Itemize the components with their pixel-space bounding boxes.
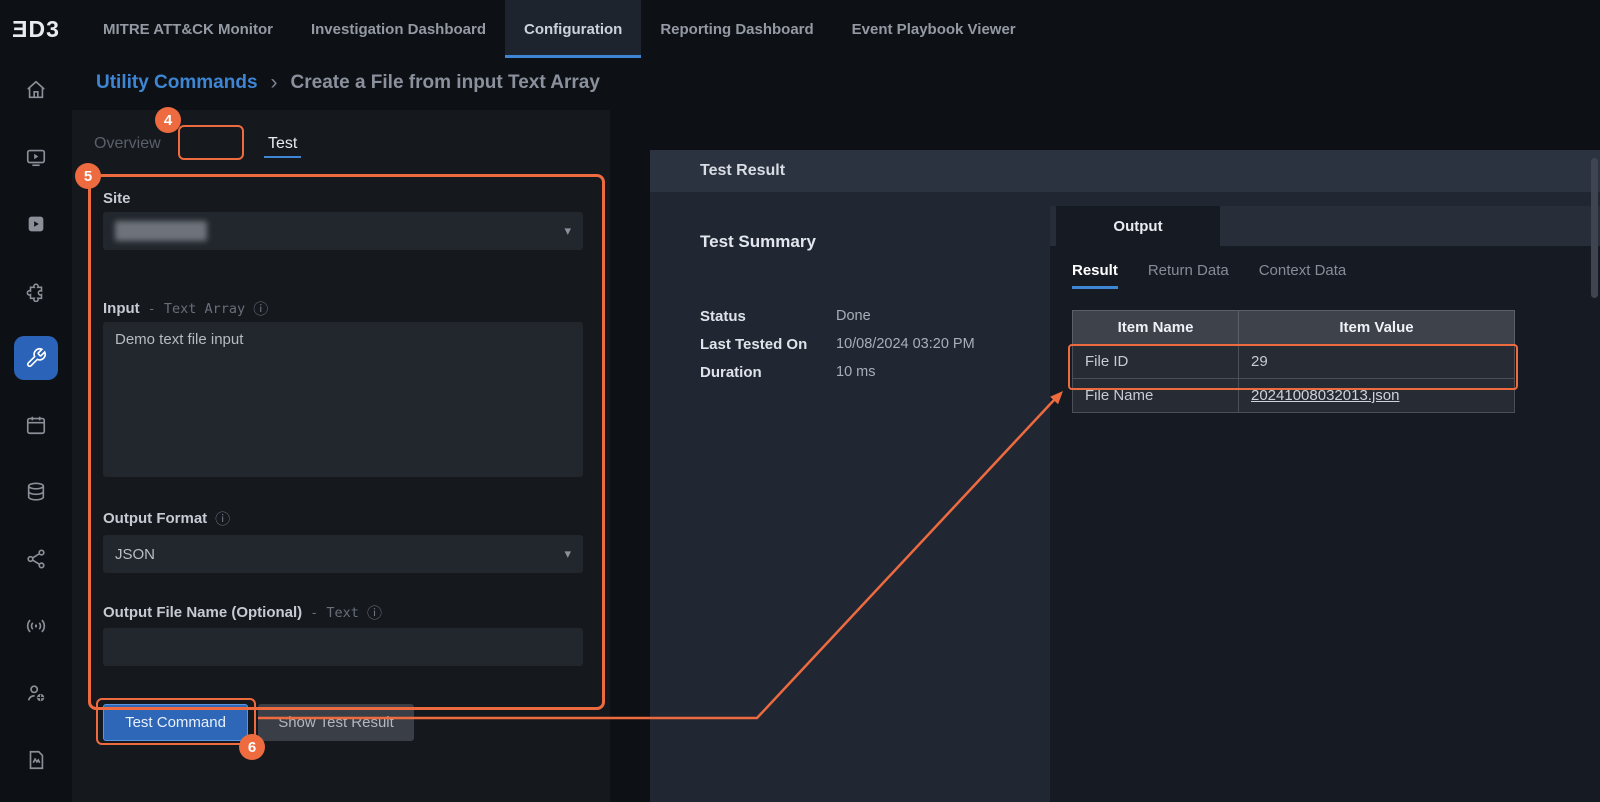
duration-value: 10 ms — [836, 364, 876, 381]
site-select[interactable]: ▾ — [103, 212, 583, 250]
summary-row-duration: Duration 10 ms — [700, 364, 1030, 381]
output-file-name-label: Output File Name (Optional) - Text ⓘ — [103, 602, 382, 623]
chevron-down-icon: ▾ — [564, 223, 571, 239]
site-label: Site — [103, 190, 131, 207]
breadcrumb-separator-icon: › — [271, 71, 278, 95]
share-nodes-icon — [25, 548, 47, 570]
status-label: Status — [700, 308, 836, 325]
database-icon — [25, 481, 47, 503]
sidebar-item-data[interactable] — [14, 470, 58, 514]
chevron-down-icon: ▾ — [564, 546, 571, 562]
wrench-icon — [25, 347, 47, 369]
sidebar-item-integrations[interactable] — [14, 269, 58, 313]
document-signature-icon — [25, 749, 47, 771]
test-result-title: Test Result — [700, 162, 785, 180]
input-textarea-value: Demo text file input — [115, 331, 243, 348]
output-format-value: JSON — [115, 546, 155, 563]
test-result-panel: Test Result Test Summary Status Done Las… — [650, 150, 1600, 802]
sidebar-item-video[interactable] — [14, 202, 58, 246]
output-file-type-hint: - Text — [310, 605, 359, 621]
vertical-scrollbar[interactable] — [1591, 158, 1598, 298]
subtab-result[interactable]: Result — [1072, 262, 1118, 289]
cell-file-id-value: 29 — [1239, 345, 1515, 379]
summary-row-status: Status Done — [700, 308, 1030, 325]
duration-label: Duration — [700, 364, 836, 381]
subtab-context-data[interactable]: Context Data — [1259, 262, 1347, 289]
sidebar-item-connections[interactable] — [14, 537, 58, 581]
site-value-redacted — [115, 221, 207, 241]
icon-sidebar — [0, 58, 72, 802]
cell-file-id-name: File ID — [1073, 345, 1239, 379]
subtab-return-data[interactable]: Return Data — [1148, 262, 1229, 289]
input-label: Input - Text Array ⓘ — [103, 298, 268, 319]
column-header-item-name: Item Name — [1073, 311, 1239, 345]
top-nav-bar: ƎD3 MITRE ATT&CK Monitor Investigation D… — [0, 0, 1600, 58]
table-row-file-id: File ID 29 — [1073, 345, 1515, 379]
sidebar-item-home[interactable] — [14, 68, 58, 112]
cell-file-name-value: 20241008032013.json — [1239, 379, 1515, 413]
output-format-select[interactable]: JSON ▾ — [103, 535, 583, 573]
nav-configuration[interactable]: Configuration — [505, 0, 641, 58]
input-type-hint: - Text Array — [148, 301, 246, 317]
tab-overview[interactable]: Overview — [94, 135, 161, 153]
puzzle-icon — [25, 280, 47, 302]
breadcrumb-current-page: Create a File from input Text Array — [291, 72, 600, 94]
output-result-table: Item Name Item Value File ID 29 File Nam… — [1072, 310, 1515, 413]
input-textarea[interactable]: Demo text file input — [103, 322, 583, 477]
nav-reporting-dashboard[interactable]: Reporting Dashboard — [641, 0, 832, 58]
info-icon[interactable]: ⓘ — [215, 508, 230, 529]
table-row-file-name: File Name 20241008032013.json — [1073, 379, 1515, 413]
breadcrumb: Utility Commands › Create a File from in… — [96, 71, 600, 95]
sidebar-item-calendar[interactable] — [14, 403, 58, 447]
output-section: Output Result Return Data Context Data I… — [1050, 206, 1600, 802]
monitor-play-icon — [25, 146, 47, 168]
test-command-button[interactable]: Test Command — [103, 704, 248, 741]
info-icon[interactable]: ⓘ — [367, 602, 382, 623]
file-download-link[interactable]: 20241008032013.json — [1251, 387, 1399, 404]
output-format-label: Output Format ⓘ — [103, 508, 230, 529]
broadcast-icon — [25, 615, 47, 637]
show-test-result-button[interactable]: Show Test Result — [258, 704, 414, 741]
user-globe-icon — [25, 682, 47, 704]
tab-output[interactable]: Output — [1056, 206, 1220, 246]
sidebar-item-ingestion[interactable] — [14, 604, 58, 648]
sidebar-item-user-global[interactable] — [14, 671, 58, 715]
sidebar-item-utility-commands[interactable] — [14, 336, 58, 380]
test-summary-title: Test Summary — [700, 232, 816, 252]
home-icon — [25, 79, 47, 101]
nav-mitre-attack-monitor[interactable]: MITRE ATT&CK Monitor — [84, 0, 292, 58]
column-header-item-value: Item Value — [1239, 311, 1515, 345]
output-file-name-input[interactable] — [103, 628, 583, 666]
sidebar-item-monitor[interactable] — [14, 135, 58, 179]
nav-investigation-dashboard[interactable]: Investigation Dashboard — [292, 0, 505, 58]
top-nav: MITRE ATT&CK Monitor Investigation Dashb… — [84, 0, 1035, 58]
info-icon[interactable]: ⓘ — [253, 298, 268, 319]
d3-logo[interactable]: ƎD3 — [0, 0, 72, 58]
breadcrumb-utility-commands[interactable]: Utility Commands — [96, 72, 258, 94]
command-test-panel: Overview Test Site ▾ Input - Text Array … — [72, 110, 610, 802]
test-result-header: Test Result — [650, 150, 1600, 192]
sidebar-item-reports[interactable] — [14, 738, 58, 782]
tab-test[interactable]: Test — [264, 135, 301, 158]
summary-row-last-tested: Last Tested On 10/08/2024 03:20 PM — [700, 336, 1030, 353]
status-value: Done — [836, 308, 871, 325]
last-tested-value: 10/08/2024 03:20 PM — [836, 336, 975, 353]
app-root: ƎD3 MITRE ATT&CK Monitor Investigation D… — [0, 0, 1600, 802]
video-file-icon — [25, 213, 47, 235]
nav-event-playbook-viewer[interactable]: Event Playbook Viewer — [833, 0, 1035, 58]
last-tested-label: Last Tested On — [700, 336, 836, 353]
calendar-icon — [25, 414, 47, 436]
table-header-row: Item Name Item Value — [1073, 311, 1515, 345]
cell-file-name-name: File Name — [1073, 379, 1239, 413]
output-subtabs: Result Return Data Context Data — [1072, 262, 1346, 289]
